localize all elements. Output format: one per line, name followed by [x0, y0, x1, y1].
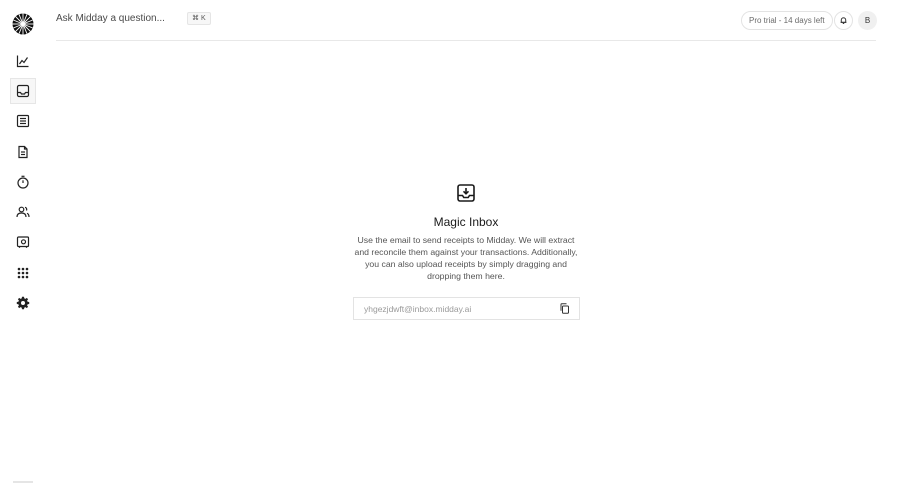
avatar[interactable]: B [858, 11, 877, 30]
sidebar-item-tracker[interactable] [10, 169, 36, 195]
top-header: Ask Midday a question... ⌘ K Pro trial -… [56, 0, 877, 41]
vault-icon [16, 236, 30, 248]
page-title: Magic Inbox [433, 215, 499, 229]
shortcut-badge: ⌘ K [187, 12, 211, 25]
sidebar-item-invoices[interactable] [10, 139, 36, 165]
sidebar-item-inbox[interactable] [10, 78, 36, 104]
inbox-download-icon [457, 184, 475, 202]
sidebar-item-apps[interactable] [10, 260, 36, 286]
inbox-email-address[interactable]: yhgezjdwft@inbox.midday.ai [364, 304, 471, 314]
inbox-email-field[interactable]: yhgezjdwft@inbox.midday.ai [353, 297, 580, 320]
copy-icon[interactable] [559, 303, 570, 314]
sidebar-item-overview[interactable] [10, 48, 36, 74]
grid-icon [17, 267, 29, 279]
inbox-icon [16, 84, 30, 98]
sidebar-item-customers[interactable] [10, 199, 36, 225]
document-icon [18, 145, 28, 159]
notifications-button[interactable] [834, 11, 853, 30]
sidebar-resize-handle[interactable] [13, 481, 33, 483]
bell-icon [840, 17, 847, 24]
sidebar-item-vault[interactable] [10, 229, 36, 255]
list-icon [16, 114, 30, 128]
chart-line-icon [16, 55, 29, 68]
midday-logo-icon[interactable] [12, 13, 34, 35]
trial-badge[interactable]: Pro trial - 14 days left [741, 11, 833, 30]
sidebar-item-settings[interactable] [10, 290, 36, 316]
sidebar [0, 0, 46, 484]
sidebar-item-transactions[interactable] [10, 108, 36, 134]
inbox-description: Use the email to send receipts to Midday… [354, 235, 578, 281]
gear-icon [16, 296, 30, 310]
users-icon [16, 206, 30, 218]
ask-midday-input[interactable]: Ask Midday a question... [56, 13, 165, 24]
stopwatch-icon [17, 175, 29, 189]
